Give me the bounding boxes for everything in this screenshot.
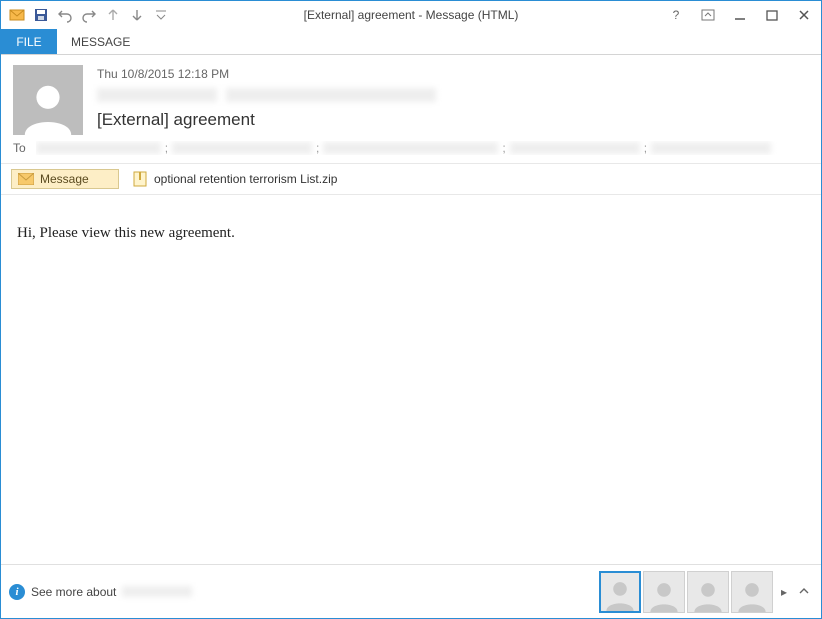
tab-message[interactable]: MESSAGE <box>57 29 144 54</box>
ribbon-tabs: FILE MESSAGE <box>1 29 821 55</box>
help-icon[interactable]: ? <box>663 3 689 27</box>
expand-up-icon[interactable] <box>795 585 813 599</box>
people-pane: ▸ <box>599 571 813 613</box>
customize-qat-icon[interactable] <box>149 3 173 27</box>
envelope-icon[interactable] <box>5 3 29 27</box>
envelope-icon <box>18 173 34 185</box>
to-recipients: ; ; ; ; <box>36 141 809 155</box>
header-text: Thu 10/8/2015 12:18 PM [External] agreem… <box>97 65 809 135</box>
see-more-target-redacted <box>122 586 192 597</box>
see-more-label[interactable]: See more about <box>31 585 116 599</box>
recipient-redacted <box>36 142 161 154</box>
attachment-filename: optional retention terrorism List.zip <box>154 172 337 186</box>
sender-name-redacted <box>97 88 217 102</box>
body-text: Hi, Please view this new agreement. <box>17 225 235 241</box>
redo-icon[interactable] <box>77 3 101 27</box>
maximize-icon[interactable] <box>759 3 785 27</box>
recipient-redacted <box>510 142 640 154</box>
status-bar: i See more about ▸ <box>1 564 821 618</box>
info-icon[interactable]: i <box>9 584 25 600</box>
ribbon-toggle-icon[interactable] <box>695 3 721 27</box>
to-row: To ; ; ; ; <box>1 135 821 164</box>
save-icon[interactable] <box>29 3 53 27</box>
recipient-redacted <box>172 142 312 154</box>
person-thumb[interactable] <box>643 571 685 613</box>
recipient-redacted <box>323 142 498 154</box>
minimize-icon[interactable] <box>727 3 753 27</box>
sender-email-redacted <box>226 88 436 102</box>
quick-access-toolbar <box>5 3 173 27</box>
tab-file[interactable]: FILE <box>1 29 57 54</box>
window-controls: ? <box>663 3 817 27</box>
attachment-row: Message optional retention terrorism Lis… <box>1 164 821 195</box>
message-tab-pill[interactable]: Message <box>11 169 119 189</box>
up-arrow-icon[interactable] <box>101 3 125 27</box>
message-header: Thu 10/8/2015 12:18 PM [External] agreem… <box>1 55 821 135</box>
undo-icon[interactable] <box>53 3 77 27</box>
from-line <box>97 87 809 102</box>
pager-next-icon[interactable]: ▸ <box>775 585 793 599</box>
recipient-redacted <box>651 142 771 154</box>
message-date: Thu 10/8/2015 12:18 PM <box>97 67 809 81</box>
message-pill-label: Message <box>40 172 89 186</box>
person-thumb[interactable] <box>687 571 729 613</box>
title-bar: [External] agreement - Message (HTML) ? <box>1 1 821 29</box>
person-thumb-selected[interactable] <box>599 571 641 613</box>
zip-icon <box>132 171 148 187</box>
message-subject: [External] agreement <box>97 110 809 130</box>
message-body: Hi, Please view this new agreement. <box>1 195 821 564</box>
close-icon[interactable] <box>791 3 817 27</box>
down-arrow-icon[interactable] <box>125 3 149 27</box>
person-thumb[interactable] <box>731 571 773 613</box>
to-label: To <box>13 141 26 155</box>
sender-avatar <box>13 65 83 135</box>
attachment-item[interactable]: optional retention terrorism List.zip <box>127 168 348 190</box>
